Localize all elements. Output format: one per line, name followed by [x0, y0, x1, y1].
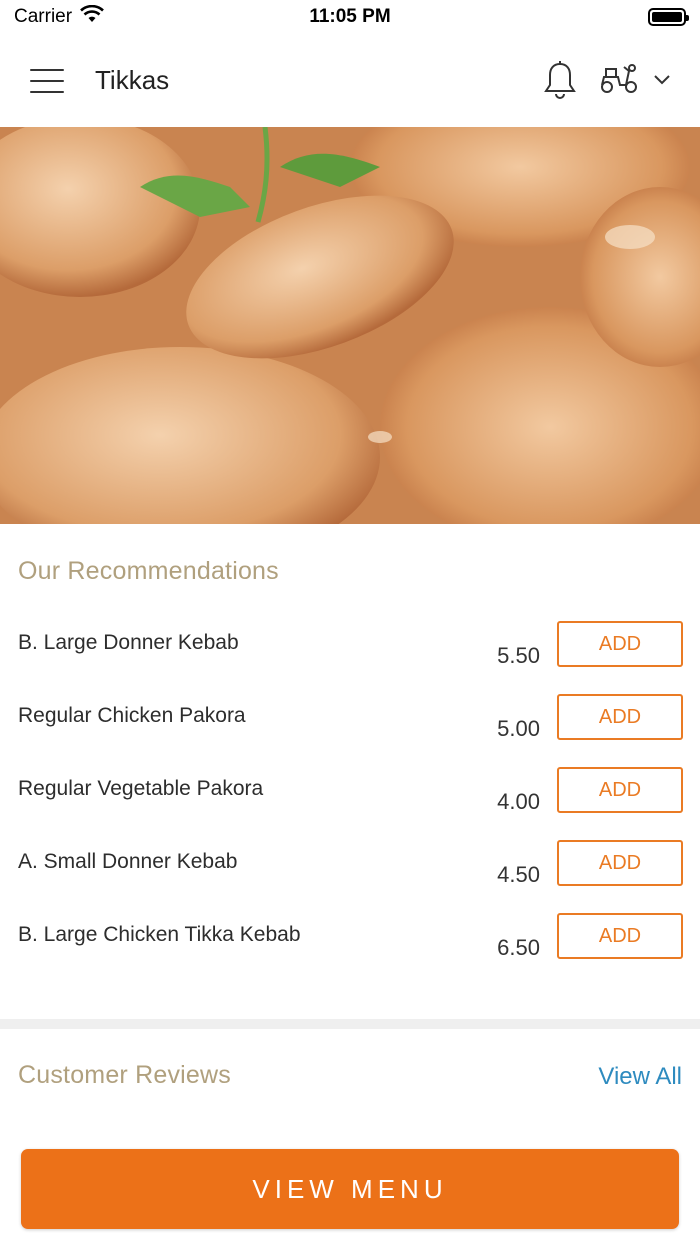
status-bar: Carrier 11:05 PM [0, 0, 700, 34]
hero-food-image [0, 127, 700, 524]
view-all-reviews-link[interactable]: View All [598, 1063, 682, 1091]
section-title-recommendations: Our Recommendations [18, 557, 279, 585]
recommendations-list: B. Large Donner Kebab 5.50 ADD Regular C… [0, 619, 700, 984]
delivery-mode-selector[interactable] [598, 61, 670, 100]
item-price: 6.50 [497, 935, 540, 960]
item-name: B. Large Donner Kebab [18, 631, 239, 654]
chevron-down-icon [654, 72, 670, 90]
list-item: Regular Chicken Pakora 5.00 ADD [0, 692, 700, 765]
app-header: Tikkas [0, 34, 700, 127]
view-menu-button[interactable]: VIEW MENU [21, 1149, 679, 1229]
add-button[interactable]: ADD [557, 913, 683, 959]
item-name: Regular Vegetable Pakora [18, 777, 264, 800]
page-title: Tikkas [95, 65, 170, 95]
hamburger-menu-icon[interactable] [30, 68, 64, 93]
add-button[interactable]: ADD [557, 621, 683, 667]
item-price: 4.00 [497, 789, 540, 814]
status-time: 11:05 PM [309, 6, 391, 27]
header-actions [542, 60, 670, 102]
section-divider [0, 1019, 700, 1029]
item-name: Regular Chicken Pakora [18, 704, 246, 727]
status-left: Carrier [14, 4, 104, 29]
add-button[interactable]: ADD [557, 840, 683, 886]
item-name: B. Large Chicken Tikka Kebab [18, 923, 301, 946]
add-button[interactable]: ADD [557, 767, 683, 813]
add-button[interactable]: ADD [557, 694, 683, 740]
item-name: A. Small Donner Kebab [18, 850, 238, 873]
battery-icon [648, 8, 689, 26]
list-item: B. Large Donner Kebab 5.50 ADD [0, 619, 700, 692]
item-price: 4.50 [497, 862, 540, 887]
list-item: Regular Vegetable Pakora 4.00 ADD [0, 765, 700, 838]
item-price: 5.00 [497, 716, 540, 741]
bell-icon[interactable] [542, 60, 578, 102]
list-item: B. Large Chicken Tikka Kebab 6.50 ADD [0, 911, 700, 984]
wifi-icon [80, 4, 104, 29]
item-price: 5.50 [497, 643, 540, 668]
list-item: A. Small Donner Kebab 4.50 ADD [0, 838, 700, 911]
carrier-label: Carrier [14, 6, 73, 27]
scooter-icon [598, 61, 640, 100]
section-title-reviews: Customer Reviews [18, 1061, 231, 1089]
